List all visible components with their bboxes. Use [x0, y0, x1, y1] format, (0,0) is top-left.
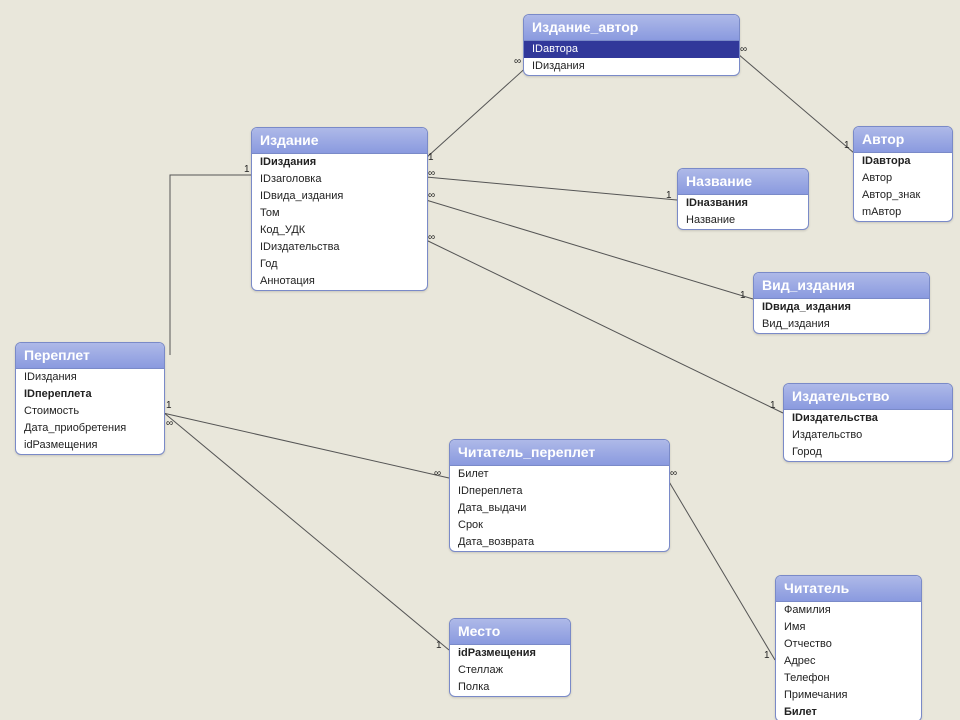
- field[interactable]: Телефон: [776, 670, 921, 687]
- entity-chitatel-pereplet[interactable]: Читатель_переплет Билет IDпереплета Дата…: [449, 439, 670, 552]
- card-1: 1: [666, 190, 672, 201]
- card-1: 1: [740, 290, 746, 301]
- field[interactable]: IDназвания: [678, 195, 808, 212]
- entity-fields: IDиздания IDпереплета Стоимость Дата_при…: [16, 369, 164, 454]
- entity-izdatelstvo[interactable]: Издательство IDиздательства Издательство…: [783, 383, 953, 462]
- card-inf: ∞: [428, 232, 435, 243]
- field[interactable]: Адрес: [776, 653, 921, 670]
- field[interactable]: Фамилия: [776, 602, 921, 619]
- entity-fields: idРазмещения Стеллаж Полка: [450, 645, 570, 696]
- entity-chitatel[interactable]: Читатель Фамилия Имя Отчество Адрес Теле…: [775, 575, 922, 720]
- entity-fields: Билет IDпереплета Дата_выдачи Срок Дата_…: [450, 466, 669, 551]
- field[interactable]: Автор_знак: [854, 187, 952, 204]
- field[interactable]: IDвида_издания: [754, 299, 929, 316]
- card-inf: ∞: [428, 168, 435, 179]
- field[interactable]: Вид_издания: [754, 316, 929, 333]
- field[interactable]: IDиздания: [16, 369, 164, 386]
- card-inf: ∞: [434, 468, 441, 479]
- field[interactable]: IDиздания: [524, 58, 739, 75]
- field[interactable]: Полка: [450, 679, 570, 696]
- entity-nazvanie[interactable]: Название IDназвания Название: [677, 168, 809, 230]
- entity-izdanie[interactable]: Издание IDиздания IDзаголовка IDвида_изд…: [251, 127, 428, 291]
- er-diagram-canvas: 1 ∞ 1 ∞ ∞ 1 ∞ 1 ∞ 1 ∞ 1 1 ∞ ∞ 1 ∞ 1 Пере…: [0, 0, 960, 720]
- card-1: 1: [764, 650, 770, 661]
- entity-avtor[interactable]: Автор IDавтора Автор Автор_знак mАвтор: [853, 126, 953, 222]
- entity-title: Читатель_переплет: [450, 440, 669, 466]
- card-1: 1: [436, 640, 442, 651]
- field[interactable]: Город: [784, 444, 952, 461]
- field[interactable]: Билет: [776, 704, 921, 720]
- field[interactable]: Код_УДК: [252, 222, 427, 239]
- entity-fields: IDназвания Название: [678, 195, 808, 229]
- entity-title: Название: [678, 169, 808, 195]
- field[interactable]: mАвтор: [854, 204, 952, 221]
- field[interactable]: IDиздательства: [784, 410, 952, 427]
- field[interactable]: IDзаголовка: [252, 171, 427, 188]
- entity-mesto[interactable]: Место idРазмещения Стеллаж Полка: [449, 618, 571, 697]
- entity-title: Вид_издания: [754, 273, 929, 299]
- entity-vid-izdaniya[interactable]: Вид_издания IDвида_издания Вид_издания: [753, 272, 930, 334]
- field[interactable]: IDиздания: [252, 154, 427, 171]
- card-1: 1: [428, 152, 434, 163]
- field[interactable]: idРазмещения: [450, 645, 570, 662]
- field[interactable]: IDвида_издания: [252, 188, 427, 205]
- card-inf: ∞: [166, 418, 173, 429]
- field[interactable]: Срок: [450, 517, 669, 534]
- card-inf: ∞: [514, 56, 521, 67]
- field[interactable]: Автор: [854, 170, 952, 187]
- field[interactable]: Название: [678, 212, 808, 229]
- card-1: 1: [844, 140, 850, 151]
- field[interactable]: Имя: [776, 619, 921, 636]
- entity-title: Читатель: [776, 576, 921, 602]
- entity-fields: IDиздательства Издательство Город: [784, 410, 952, 461]
- entity-izdanie-avtor[interactable]: Издание_автор IDавтора IDиздания: [523, 14, 740, 76]
- card-inf: ∞: [428, 190, 435, 201]
- entity-pereplet[interactable]: Переплет IDиздания IDпереплета Стоимость…: [15, 342, 165, 455]
- field[interactable]: IDпереплета: [16, 386, 164, 403]
- field[interactable]: Том: [252, 205, 427, 222]
- entity-fields: Фамилия Имя Отчество Адрес Телефон Приме…: [776, 602, 921, 720]
- field[interactable]: Год: [252, 256, 427, 273]
- field[interactable]: IDавтора: [854, 153, 952, 170]
- card-1: 1: [244, 164, 250, 175]
- entity-title: Место: [450, 619, 570, 645]
- entity-title: Переплет: [16, 343, 164, 369]
- entity-fields: IDиздания IDзаголовка IDвида_издания Том…: [252, 154, 427, 290]
- entity-fields: IDвида_издания Вид_издания: [754, 299, 929, 333]
- field[interactable]: Издательство: [784, 427, 952, 444]
- field[interactable]: IDавтора: [524, 41, 739, 58]
- field[interactable]: Стеллаж: [450, 662, 570, 679]
- field[interactable]: Дата_возврата: [450, 534, 669, 551]
- field[interactable]: Билет: [450, 466, 669, 483]
- field[interactable]: Дата_выдачи: [450, 500, 669, 517]
- card-inf: ∞: [740, 44, 747, 55]
- entity-fields: IDавтора Автор Автор_знак mАвтор: [854, 153, 952, 221]
- field[interactable]: Примечания: [776, 687, 921, 704]
- field[interactable]: Стоимость: [16, 403, 164, 420]
- card-inf: ∞: [670, 468, 677, 479]
- field[interactable]: IDиздательства: [252, 239, 427, 256]
- entity-fields: IDавтора IDиздания: [524, 41, 739, 75]
- field[interactable]: Отчество: [776, 636, 921, 653]
- card-1: 1: [770, 400, 776, 411]
- field[interactable]: IDпереплета: [450, 483, 669, 500]
- field[interactable]: Дата_приобретения: [16, 420, 164, 437]
- card-1: 1: [166, 400, 172, 411]
- entity-title: Издание_автор: [524, 15, 739, 41]
- field[interactable]: Аннотация: [252, 273, 427, 290]
- entity-title: Издательство: [784, 384, 952, 410]
- field[interactable]: idРазмещения: [16, 437, 164, 454]
- entity-title: Издание: [252, 128, 427, 154]
- entity-title: Автор: [854, 127, 952, 153]
